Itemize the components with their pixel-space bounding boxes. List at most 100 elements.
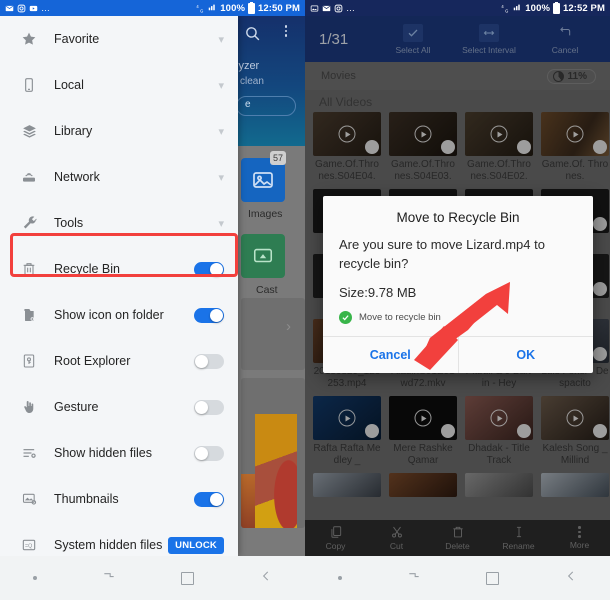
- star-icon: [18, 31, 40, 47]
- recent-icon[interactable]: [102, 569, 116, 588]
- hand-icon: [18, 399, 40, 415]
- drawer-item-label: Tools: [54, 216, 84, 230]
- content-card-lower[interactable]: [241, 378, 305, 528]
- email-icon: [5, 4, 14, 13]
- left-nav-bar: [0, 556, 305, 600]
- drawer-item-label: Recycle Bin: [54, 262, 120, 276]
- chevron-down-icon[interactable]: ▾: [218, 33, 224, 46]
- screenshot-root: lyzer clean e 57 Images Cast › Favorite …: [0, 0, 610, 600]
- drawer-item-show-hidden-files[interactable]: Show hidden files: [0, 430, 238, 476]
- network-type-icon: 4G: [196, 4, 205, 13]
- clock-label: 12:50 PM: [258, 2, 300, 14]
- drawer-item-label: Thumbnails: [54, 492, 119, 506]
- left-phone-screenshot: lyzer clean e 57 Images Cast › Favorite …: [0, 0, 305, 600]
- drawer-item-network[interactable]: Network ▾: [0, 154, 238, 200]
- chevron-down-icon[interactable]: ▾: [218, 125, 224, 138]
- drawer-item-root-explorer[interactable]: Root Explorer: [0, 338, 238, 384]
- instagram-icon: [334, 4, 343, 13]
- drawer-item-label: Show hidden files: [54, 446, 152, 460]
- drawer-item-label: Show icon on folder: [54, 308, 164, 322]
- chevron-down-icon[interactable]: ▾: [218, 171, 224, 184]
- dialog-title: Move to Recycle Bin: [396, 210, 520, 225]
- list-icon: [18, 445, 40, 461]
- gesture-toggle[interactable]: [194, 399, 224, 415]
- drawer-item-show-icon-on-folder[interactable]: Show icon on folder: [0, 292, 238, 338]
- battery-icon: [553, 1, 560, 14]
- album-art-thumbnail: [255, 414, 297, 528]
- wrench-icon: [18, 215, 40, 232]
- root-icon: [18, 353, 40, 369]
- home-icon[interactable]: [180, 571, 194, 585]
- search-icon[interactable]: [244, 25, 261, 47]
- images-tile-label: Images: [248, 208, 283, 220]
- drawer-item-thumbnails[interactable]: Thumbnails: [0, 476, 238, 522]
- drawer-item-favorite[interactable]: Favorite ▾: [0, 16, 238, 62]
- thumbnails-toggle[interactable]: [194, 491, 224, 507]
- home-icon[interactable]: [485, 571, 499, 585]
- dot-icon[interactable]: [337, 576, 342, 580]
- status-overflow-icon: …: [41, 2, 51, 13]
- annotation-arrow: [414, 282, 510, 370]
- drawer-item-label: Favorite: [54, 32, 100, 46]
- drawer-item-label: Local: [54, 78, 84, 92]
- right-status-bar: … 4G 100% 12:52 PM: [305, 0, 610, 16]
- show-hidden-files-toggle[interactable]: [194, 445, 224, 461]
- root-explorer-toggle[interactable]: [194, 353, 224, 369]
- svg-text:G: G: [505, 8, 508, 13]
- analyzer-label: lyzer: [236, 60, 260, 72]
- drawer-item-label: System hidden files: [54, 538, 163, 552]
- analyze-button-label: e: [245, 99, 251, 110]
- svg-text:G: G: [200, 8, 203, 13]
- battery-percent-label: 100%: [220, 2, 245, 14]
- drawer-item-label: Network: [54, 170, 100, 184]
- youtube-icon: [29, 4, 38, 13]
- layers-icon: [18, 123, 40, 140]
- dot-icon[interactable]: [32, 576, 37, 580]
- drawer-item-local[interactable]: Local ▾: [0, 62, 238, 108]
- clean-label: clean: [240, 76, 264, 87]
- drawer-item-system-hidden-files[interactable]: =Q System hidden files UNLOCK: [0, 522, 238, 556]
- trash-icon: [18, 261, 40, 277]
- email-icon: [322, 4, 331, 13]
- chevron-down-icon[interactable]: ▾: [218, 79, 224, 92]
- back-icon[interactable]: [564, 569, 578, 588]
- dialog-question: Are you sure to move Lizard.mp4 to recyc…: [339, 237, 545, 271]
- router-icon: [18, 169, 40, 185]
- phone-icon: [18, 77, 40, 93]
- drawer-item-library[interactable]: Library ▾: [0, 108, 238, 154]
- analyze-button[interactable]: e: [236, 96, 296, 116]
- gallery-icon: [310, 4, 319, 13]
- back-icon[interactable]: [259, 569, 273, 588]
- svg-text:4: 4: [502, 4, 505, 9]
- chevron-right-icon: ›: [286, 318, 291, 335]
- content-card-upper[interactable]: ›: [241, 298, 305, 370]
- cast-tile-label: Cast: [256, 284, 278, 296]
- left-status-bar: … 4G 100% 12:50 PM: [0, 0, 305, 16]
- check-icon: [339, 311, 352, 324]
- right-nav-bar: [305, 556, 610, 600]
- svg-text:4: 4: [197, 4, 200, 9]
- signal-icon: [208, 2, 217, 14]
- network-type-icon: 4G: [501, 4, 510, 13]
- battery-percent-label: 100%: [525, 2, 550, 14]
- signal-icon: [513, 2, 522, 14]
- status-overflow-icon: …: [346, 2, 356, 13]
- recent-icon[interactable]: [407, 569, 421, 588]
- drawer-item-recycle-bin[interactable]: Recycle Bin: [0, 246, 238, 292]
- clock-label: 12:52 PM: [563, 2, 605, 14]
- drawer-item-label: Root Explorer: [54, 354, 131, 368]
- folder-icon: [18, 307, 40, 323]
- album-art-thumbnail-secondary: [241, 474, 255, 528]
- battery-icon: [248, 1, 255, 14]
- system-hidden-files-unlock-button[interactable]: UNLOCK: [168, 536, 224, 554]
- show-icon-on-folder-toggle[interactable]: [194, 307, 224, 323]
- cast-tile[interactable]: [241, 234, 285, 278]
- drawer-item-label: Gesture: [54, 400, 99, 414]
- overflow-menu-icon[interactable]: [284, 25, 287, 37]
- recycle-bin-toggle[interactable]: [194, 261, 224, 277]
- drawer-item-gesture[interactable]: Gesture: [0, 384, 238, 430]
- system-file-icon: =Q: [18, 537, 40, 553]
- drawer-item-tools[interactable]: Tools ▾: [0, 200, 238, 246]
- chevron-down-icon[interactable]: ▾: [218, 217, 224, 230]
- images-count-badge: 57: [270, 151, 287, 165]
